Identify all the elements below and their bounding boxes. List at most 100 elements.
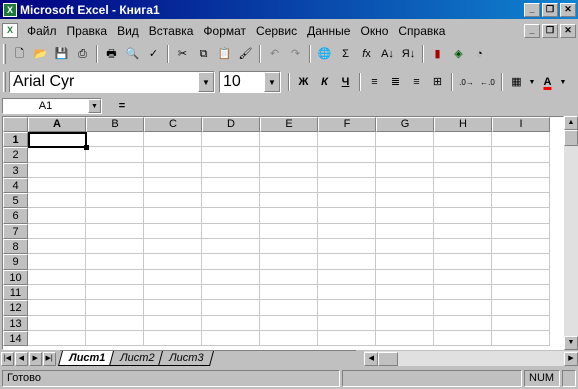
grid-cell[interactable] <box>144 284 202 301</box>
merge-center-icon[interactable]: ⊞ <box>428 73 447 92</box>
grid-cell[interactable] <box>28 147 86 163</box>
drawing-icon[interactable]: ◔ <box>470 45 489 64</box>
grid-cell[interactable] <box>318 315 376 331</box>
grid-cell[interactable] <box>86 330 144 347</box>
undo-icon[interactable]: ↶ <box>265 45 284 64</box>
grid-cell[interactable] <box>86 162 144 178</box>
underline-button[interactable]: Ч <box>336 73 355 92</box>
grid-cell[interactable] <box>260 284 318 301</box>
grid-cell[interactable] <box>376 330 434 347</box>
grid-cell[interactable] <box>260 254 318 270</box>
grid-cell[interactable] <box>260 162 318 178</box>
grid-cell[interactable] <box>318 269 376 285</box>
column-header[interactable]: I <box>492 117 550 132</box>
column-header[interactable]: F <box>318 117 376 132</box>
font-name-select[interactable]: Arial Cyr ▼ <box>9 71 215 93</box>
grid-cell[interactable] <box>376 239 434 255</box>
redo-icon[interactable]: ↷ <box>286 45 305 64</box>
grid-cell[interactable] <box>492 269 550 285</box>
grid-cell[interactable] <box>318 177 376 194</box>
grid-cell[interactable] <box>318 239 376 255</box>
save-as-icon[interactable]: ⎙ <box>73 45 92 64</box>
grid-cell[interactable] <box>376 315 434 331</box>
close-button[interactable]: ✕ <box>560 2 576 17</box>
grid-cell[interactable] <box>28 177 86 194</box>
grid-cell[interactable] <box>318 147 376 163</box>
cut-icon[interactable]: ✂ <box>173 45 192 64</box>
open-folder-icon[interactable]: 📂 <box>31 45 50 64</box>
grid-cell[interactable] <box>28 132 86 148</box>
grid-cell[interactable] <box>376 269 434 285</box>
scroll-down-icon[interactable]: ▼ <box>564 336 578 350</box>
vertical-scroll-thumb[interactable] <box>564 130 578 146</box>
grid-cell[interactable] <box>376 132 434 148</box>
grid-cell[interactable] <box>202 300 260 316</box>
grid-cell[interactable] <box>492 300 550 316</box>
grid-cell[interactable] <box>492 147 550 163</box>
grid-cell[interactable] <box>260 208 318 224</box>
menu-insert[interactable]: Вставка <box>144 24 199 38</box>
grid-cell[interactable] <box>492 284 550 301</box>
formula-input[interactable] <box>142 97 578 114</box>
print-preview-icon[interactable]: 🔍 <box>123 45 142 64</box>
decrease-decimal-icon[interactable]: ←.0 <box>478 73 497 92</box>
row-header[interactable]: 13 <box>3 315 28 331</box>
grid-cell[interactable] <box>434 177 492 194</box>
grid-cell[interactable] <box>202 177 260 194</box>
grid-cell[interactable] <box>318 330 376 347</box>
grid-cell[interactable] <box>86 177 144 194</box>
sheet-tab-2[interactable]: Лист2 <box>108 351 166 366</box>
grid-cell[interactable] <box>202 315 260 331</box>
new-document-icon[interactable]: 🗋 <box>10 45 29 64</box>
grid-cell[interactable] <box>86 300 144 316</box>
grid-cell[interactable] <box>492 132 550 148</box>
grid-cell[interactable] <box>434 162 492 178</box>
grid-cell[interactable] <box>144 177 202 194</box>
grid-cell[interactable] <box>376 177 434 194</box>
grid-cell[interactable] <box>434 132 492 148</box>
grid-cell[interactable] <box>434 239 492 255</box>
row-header[interactable]: 8 <box>3 239 28 255</box>
grid-cell[interactable] <box>492 177 550 194</box>
grid-cell[interactable] <box>202 193 260 209</box>
row-header[interactable]: 7 <box>3 223 28 240</box>
grid-cell[interactable] <box>492 330 550 347</box>
grid-cell[interactable] <box>260 315 318 331</box>
chart-wizard-icon[interactable]: ▮ <box>428 45 447 64</box>
grid-cell[interactable] <box>434 208 492 224</box>
last-sheet-icon[interactable]: ▶| <box>42 351 56 366</box>
grid-cell[interactable] <box>202 162 260 178</box>
column-header[interactable]: A <box>28 117 86 132</box>
doc-close-button[interactable]: ✕ <box>560 23 576 38</box>
grid-cell[interactable] <box>434 254 492 270</box>
doc-minimize-button[interactable]: _ <box>524 23 540 38</box>
grid-cell[interactable] <box>260 193 318 209</box>
grid-cell[interactable] <box>260 300 318 316</box>
menu-file[interactable]: Файл <box>22 24 62 38</box>
menu-tools[interactable]: Сервис <box>251 24 302 38</box>
chevron-down-icon[interactable]: ▼ <box>528 73 536 92</box>
sort-descending-icon[interactable]: Я↓ <box>399 45 418 64</box>
grid-cell[interactable] <box>28 300 86 316</box>
grid-cell[interactable] <box>434 300 492 316</box>
save-icon[interactable]: 💾 <box>52 45 71 64</box>
grid-cell[interactable] <box>434 269 492 285</box>
toolbar-grip[interactable] <box>3 72 6 92</box>
grid-cell[interactable] <box>260 269 318 285</box>
grid-cell[interactable] <box>260 330 318 347</box>
grid-cell[interactable] <box>202 269 260 285</box>
grid-cell[interactable] <box>492 254 550 270</box>
chevron-down-icon[interactable]: ▼ <box>559 73 567 92</box>
grid-cell[interactable] <box>376 208 434 224</box>
bold-button[interactable]: Ж <box>294 73 313 92</box>
excel-logo-icon[interactable]: X <box>3 2 17 17</box>
chevron-down-icon[interactable]: ▼ <box>264 72 280 92</box>
grid-cell[interactable] <box>434 330 492 347</box>
align-center-icon[interactable]: ≣ <box>386 73 405 92</box>
grid-cell[interactable] <box>144 193 202 209</box>
document-icon[interactable]: X <box>2 23 18 38</box>
grid-cell[interactable] <box>86 223 144 240</box>
row-header[interactable]: 2 <box>3 147 28 163</box>
restore-button[interactable]: ❐ <box>542 2 558 17</box>
grid-cell[interactable] <box>318 193 376 209</box>
